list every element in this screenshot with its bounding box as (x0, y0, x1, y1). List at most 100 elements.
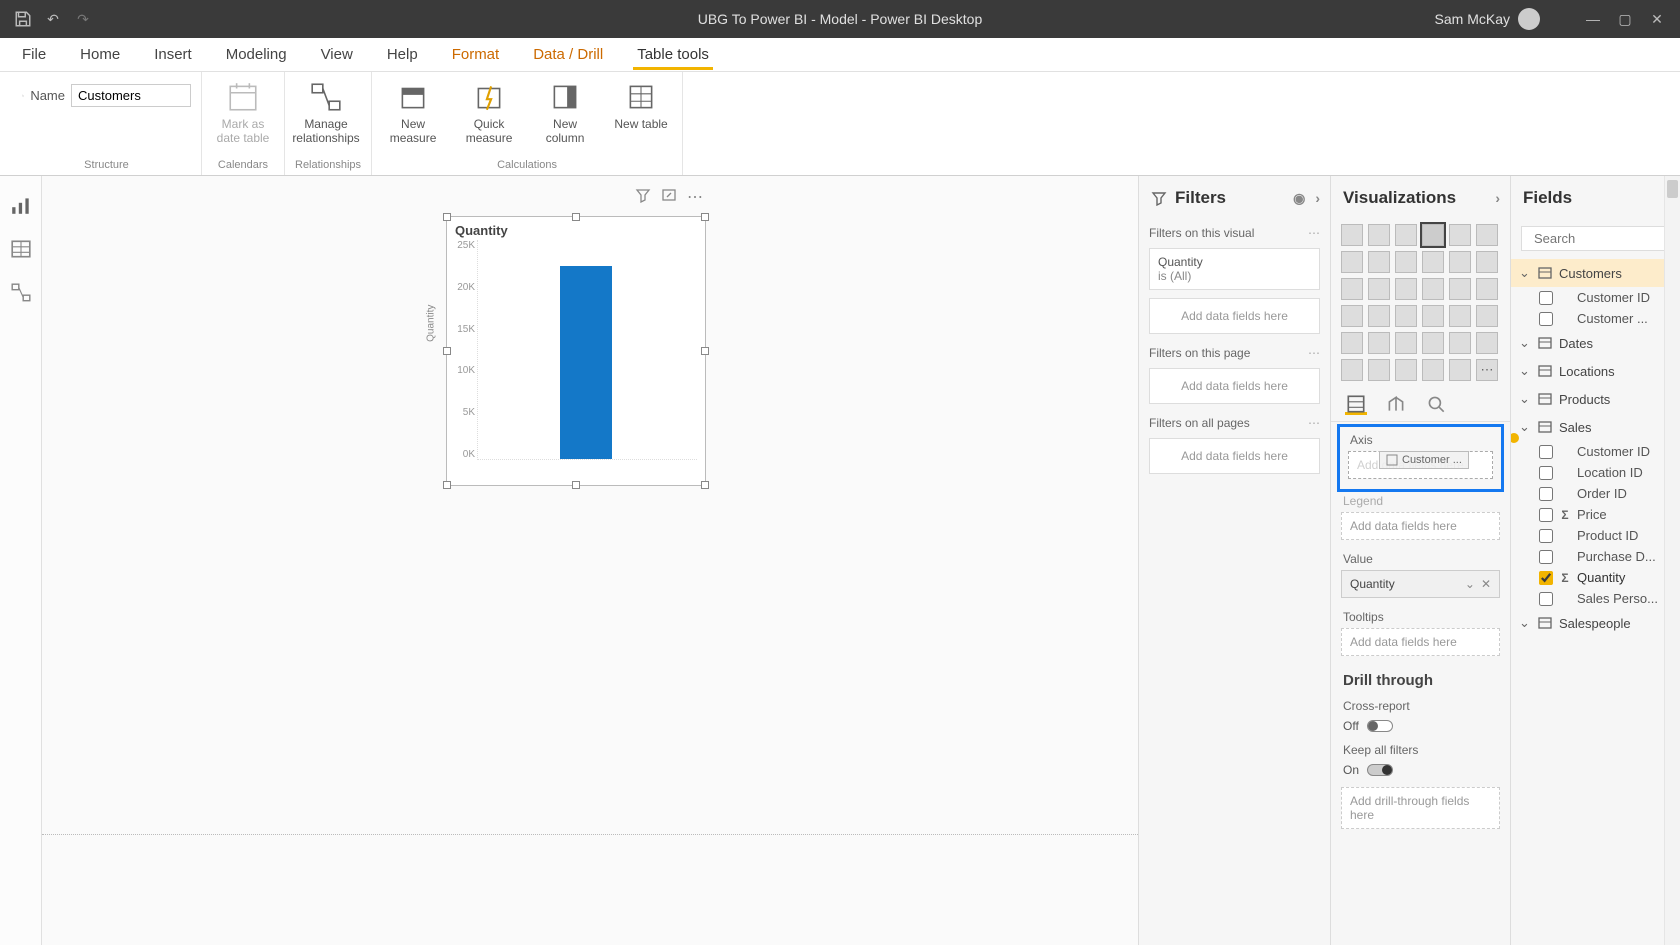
legend-drop-well[interactable]: Add data fields here (1341, 512, 1500, 540)
table-customers[interactable]: ⌄ Customers (1511, 259, 1680, 287)
report-canvas[interactable]: ⋯ Quantity Quantity 25K 20K 15K 10K 5K 0… (42, 176, 1138, 945)
viz-line-clustered-column-icon[interactable] (1449, 251, 1471, 273)
viz-line-stacked-column-icon[interactable] (1422, 251, 1444, 273)
menu-format[interactable]: Format (448, 40, 504, 69)
viz-slicer-icon[interactable] (1368, 332, 1390, 354)
scrollbar-thumb[interactable] (1667, 180, 1678, 198)
add-all-filter-well[interactable]: Add data fields here (1149, 438, 1320, 474)
viz-paginated-icon[interactable] (1449, 359, 1471, 381)
focus-mode-icon[interactable] (661, 187, 677, 208)
add-page-filter-well[interactable]: Add data fields here (1149, 368, 1320, 404)
drill-through-drop-well[interactable]: Add drill-through fields here (1341, 787, 1500, 829)
vertical-scrollbar[interactable] (1664, 176, 1680, 945)
bar-chart-visual[interactable]: ⋯ Quantity Quantity 25K 20K 15K 10K 5K 0… (446, 216, 706, 486)
table-name-input[interactable] (71, 84, 191, 107)
viz-multi-row-card-icon[interactable] (1476, 305, 1498, 327)
add-visual-filter-well[interactable]: Add data fields here (1149, 298, 1320, 334)
field-order-id[interactable]: Order ID (1511, 483, 1680, 504)
table-salespeople[interactable]: ⌄Salespeople (1511, 609, 1680, 637)
minimize-icon[interactable]: — (1584, 10, 1602, 28)
mark-as-date-table-button[interactable]: Mark as date table (212, 78, 274, 146)
viz-scatter-icon[interactable] (1395, 278, 1417, 300)
viz-filled-map-icon[interactable] (1368, 305, 1390, 327)
viz-100-stacked-bar-icon[interactable] (1449, 224, 1471, 246)
collapse-pane-icon[interactable]: › (1315, 190, 1320, 207)
menu-modeling[interactable]: Modeling (222, 40, 291, 69)
menu-help[interactable]: Help (383, 40, 422, 69)
new-table-button[interactable]: New table (610, 78, 672, 132)
menu-insert[interactable]: Insert (150, 40, 196, 69)
quick-measure-button[interactable]: Quick measure (458, 78, 520, 146)
viz-matrix-icon[interactable] (1422, 332, 1444, 354)
viz-r-icon[interactable] (1449, 332, 1471, 354)
new-column-button[interactable]: New column (534, 78, 596, 146)
viz-decomposition-tree-icon[interactable] (1368, 359, 1390, 381)
data-view-icon[interactable] (10, 238, 32, 260)
analytics-tab-icon[interactable] (1425, 393, 1447, 415)
close-icon[interactable]: ✕ (1648, 10, 1666, 28)
table-locations[interactable]: ⌄Locations (1511, 357, 1680, 385)
table-dates[interactable]: ⌄Dates (1511, 329, 1680, 357)
viz-pie-icon[interactable] (1422, 278, 1444, 300)
viz-kpi-icon[interactable] (1341, 332, 1363, 354)
menu-file[interactable]: File (18, 40, 50, 69)
viz-gauge-icon[interactable] (1422, 305, 1444, 327)
menu-table-tools[interactable]: Table tools (633, 40, 713, 70)
viz-key-influencers-icon[interactable] (1341, 359, 1363, 381)
field-customer-name[interactable]: Customer ... (1511, 308, 1680, 329)
report-view-icon[interactable] (10, 194, 32, 216)
field-sales-person[interactable]: Sales Perso... (1511, 588, 1680, 609)
viz-table-icon[interactable] (1395, 332, 1417, 354)
format-tab-icon[interactable] (1385, 393, 1407, 415)
viz-map-icon[interactable] (1341, 305, 1363, 327)
viz-more-icon[interactable]: ⋯ (1476, 359, 1498, 381)
new-measure-button[interactable]: New measure (382, 78, 444, 146)
value-chip-quantity[interactable]: Quantity ⌄✕ (1341, 570, 1500, 598)
user-account[interactable]: Sam McKay (1435, 8, 1540, 30)
field-quantity[interactable]: ΣQuantity (1511, 567, 1680, 588)
more-options-icon[interactable]: ⋯ (687, 187, 705, 208)
section-more-icon[interactable]: ⋯ (1308, 416, 1320, 430)
viz-qa-icon[interactable] (1395, 359, 1417, 381)
viz-waterfall-icon[interactable] (1341, 278, 1363, 300)
viz-100-stacked-column-icon[interactable] (1476, 224, 1498, 246)
menu-view[interactable]: View (317, 40, 357, 69)
remove-icon[interactable]: ✕ (1481, 577, 1491, 591)
cross-report-toggle[interactable]: Off (1331, 715, 1510, 737)
field-customer-id[interactable]: Customer ID (1511, 287, 1680, 308)
viz-ribbon-icon[interactable] (1476, 251, 1498, 273)
viz-stacked-area-icon[interactable] (1395, 251, 1417, 273)
filter-icon[interactable] (635, 187, 651, 208)
viz-donut-icon[interactable] (1449, 278, 1471, 300)
fields-search-input[interactable] (1534, 231, 1680, 246)
table-sales[interactable]: ⌄ Sales (1511, 413, 1680, 441)
menu-home[interactable]: Home (76, 40, 124, 69)
undo-icon[interactable]: ↶ (44, 10, 62, 28)
viz-python-icon[interactable] (1476, 332, 1498, 354)
viz-stacked-bar-icon[interactable] (1341, 224, 1363, 246)
tooltips-drop-well[interactable]: Add data fields here (1341, 628, 1500, 656)
save-icon[interactable] (14, 10, 32, 28)
redo-icon[interactable]: ↷ (74, 10, 92, 28)
axis-drop-well[interactable]: Add data fields here Customer ... (1348, 451, 1493, 479)
viz-funnel-icon[interactable] (1368, 278, 1390, 300)
viz-clustered-bar-icon[interactable] (1395, 224, 1417, 246)
viz-shape-map-icon[interactable] (1395, 305, 1417, 327)
model-view-icon[interactable] (10, 282, 32, 304)
filter-chip-quantity[interactable]: Quantity is (All) (1149, 248, 1320, 290)
fields-search[interactable] (1521, 226, 1670, 251)
chevron-down-icon[interactable]: ⌄ (1465, 577, 1475, 591)
field-location-id[interactable]: Location ID (1511, 462, 1680, 483)
viz-line-icon[interactable] (1341, 251, 1363, 273)
viz-area-icon[interactable] (1368, 251, 1390, 273)
field-purchase-date[interactable]: Purchase D... (1511, 546, 1680, 567)
viz-clustered-column-icon[interactable] (1422, 224, 1444, 246)
section-more-icon[interactable]: ⋯ (1308, 226, 1320, 240)
maximize-icon[interactable]: ▢ (1616, 10, 1634, 28)
viz-stacked-column-icon[interactable] (1368, 224, 1390, 246)
viz-smart-narrative-icon[interactable] (1422, 359, 1444, 381)
manage-relationships-button[interactable]: Manage relationships (295, 78, 357, 146)
viz-treemap-icon[interactable] (1476, 278, 1498, 300)
collapse-pane-icon[interactable]: › (1495, 190, 1500, 206)
menu-data-drill[interactable]: Data / Drill (529, 40, 607, 69)
